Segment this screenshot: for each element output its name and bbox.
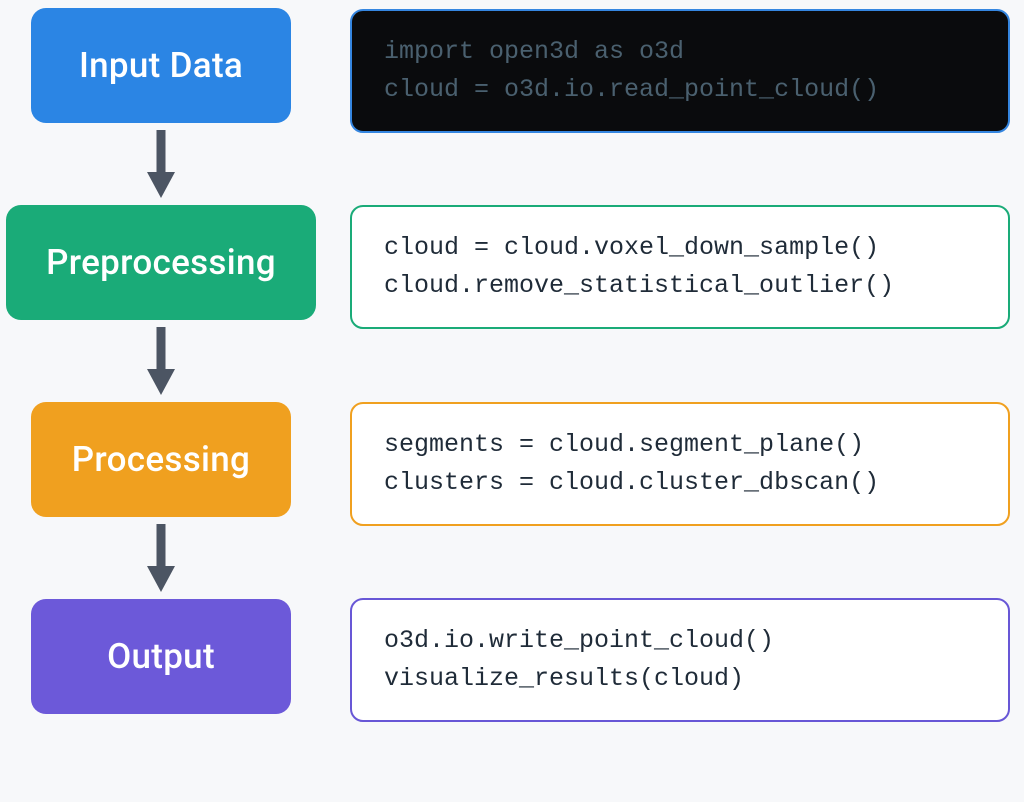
code-column: import open3d as o3d cloud = o3d.io.read… bbox=[350, 8, 1010, 722]
code-input-data: import open3d as o3d cloud = o3d.io.read… bbox=[350, 9, 1010, 133]
code-preprocessing: cloud = cloud.voxel_down_sample() cloud.… bbox=[350, 205, 1010, 329]
arrow-icon bbox=[145, 320, 177, 402]
pipeline-diagram: Input Data Preprocessing Processing bbox=[6, 8, 1024, 722]
code-output: o3d.io.write_point_cloud() visualize_res… bbox=[350, 598, 1010, 722]
stage-label: Input Data bbox=[79, 45, 243, 86]
arrow-icon bbox=[145, 517, 177, 599]
stage-label: Processing bbox=[72, 439, 250, 480]
arrow-icon bbox=[145, 123, 177, 205]
stage-label: Output bbox=[107, 636, 215, 677]
code-processing: segments = cloud.segment_plane() cluster… bbox=[350, 402, 1010, 526]
flow-column: Input Data Preprocessing Processing bbox=[6, 8, 316, 714]
stage-input-data: Input Data bbox=[31, 8, 291, 123]
stage-label: Preprocessing bbox=[46, 242, 276, 283]
stage-preprocessing: Preprocessing bbox=[6, 205, 316, 320]
stage-processing: Processing bbox=[31, 402, 291, 517]
stage-output: Output bbox=[31, 599, 291, 714]
